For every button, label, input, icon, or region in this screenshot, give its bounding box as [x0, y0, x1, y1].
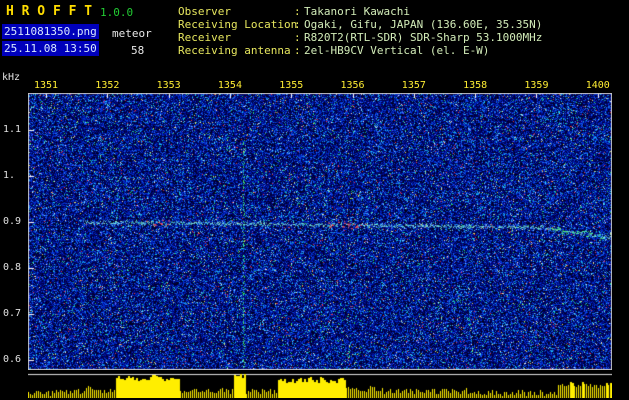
info-value: Takanori Kawachi [304, 5, 410, 18]
info-row-location: Receiving Location: Ogaki, Gifu, JAPAN (1… [178, 18, 542, 31]
info-value: Ogaki, Gifu, JAPAN (136.60E, 35.35N) [304, 18, 542, 31]
mode-label: meteor [112, 27, 152, 40]
time-tick-label: 1400 [586, 80, 610, 91]
freq-tick-label: 0.7 [3, 308, 21, 319]
info-value: 2el-HB9CV Vertical (el. E-W) [304, 44, 489, 57]
info-separator: : [294, 44, 304, 57]
info-label: Receiving antenna [178, 44, 294, 57]
time-tick-label: 1351 [34, 80, 58, 91]
datetime: 25.11.08 13:50 [2, 41, 99, 56]
freq-tick-label: 0.9 [3, 216, 21, 227]
time-tick-label: 1354 [218, 80, 242, 91]
freq-tick-label: 0.6 [3, 354, 21, 365]
time-tick-label: 1353 [157, 80, 181, 91]
info-row-observer: Observer: Takanori Kawachi [178, 5, 542, 18]
hrofft-screen: H R O F F T 1.0.0 2511081350.png meteor … [0, 0, 629, 400]
info-row-receiver: Receiver: R820T2(RTL-SDR) SDR-Sharp 53.10… [178, 31, 542, 44]
spectrogram-canvas [28, 93, 612, 370]
time-tick-label: 1357 [402, 80, 426, 91]
info-value: R820T2(RTL-SDR) SDR-Sharp 53.1000MHz [304, 31, 542, 44]
freq-tick-label: 0.8 [3, 262, 21, 273]
station-info: Observer: Takanori Kawachi Receiving Loca… [178, 5, 542, 57]
amplitude-canvas [28, 370, 612, 398]
freq-unit-label: kHz [2, 72, 20, 83]
freq-tick-label: 1. [3, 170, 15, 181]
time-tick-label: 1356 [341, 80, 365, 91]
info-label: Observer [178, 5, 294, 18]
app-title: H R O F F T [6, 4, 92, 19]
time-tick-label: 1355 [279, 80, 303, 91]
info-separator: : [294, 5, 304, 18]
info-label: Receiver [178, 31, 294, 44]
output-filename: 2511081350.png [2, 24, 99, 39]
info-label: Receiving Location [178, 18, 294, 31]
app-version: 1.0.0 [100, 6, 133, 19]
time-tick-label: 1358 [463, 80, 487, 91]
time-tick-label: 1359 [524, 80, 548, 91]
info-row-antenna: Receiving antenna:2el-HB9CV Vertical (el… [178, 44, 542, 57]
info-separator: : [294, 31, 304, 44]
time-tick-label: 1352 [95, 80, 119, 91]
freq-tick-label: 1.1 [3, 124, 21, 135]
info-separator: : [294, 18, 304, 31]
echo-count: 58 [131, 44, 144, 57]
